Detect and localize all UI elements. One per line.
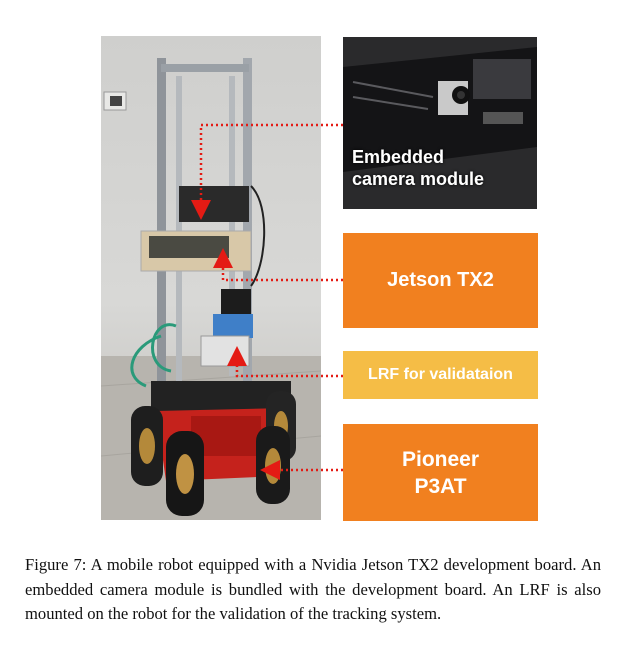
camera-pointer-line xyxy=(191,123,343,220)
figure-caption: Figure 7: A mobile robot equipped with a… xyxy=(25,555,601,623)
pointer-overlay xyxy=(191,123,343,480)
jetson-pointer-line xyxy=(213,248,343,282)
figure: Embedded camera module Jetson TX2 LRF fo… xyxy=(0,0,622,540)
lrf-pointer-line xyxy=(227,346,343,378)
